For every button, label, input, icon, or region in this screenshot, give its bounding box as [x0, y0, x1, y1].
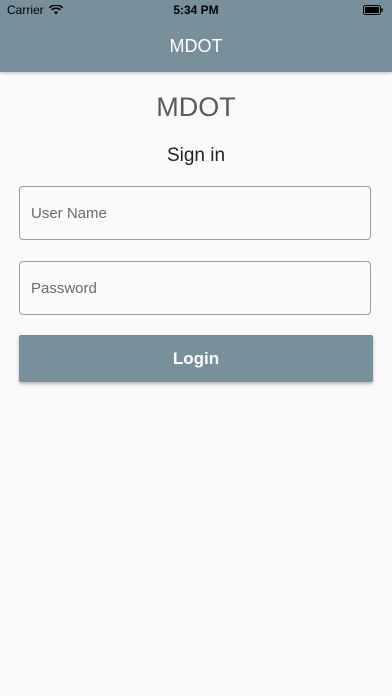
login-button[interactable]: Login [19, 335, 373, 382]
login-button-label: Login [172, 348, 220, 368]
status-time: 5:34 PM [173, 3, 219, 17]
battery-icon [363, 5, 383, 15]
app-bar: Carrier 5:34 PM MDOT [0, 0, 392, 72]
status-bar: Carrier 5:34 PM [0, 0, 392, 20]
sign-in-heading: Sign in [166, 145, 226, 166]
username-field[interactable] [19, 186, 371, 240]
password-input[interactable] [20, 262, 370, 314]
username-input[interactable] [20, 187, 370, 239]
app-bar-title: MDOT [169, 36, 223, 56]
brand-title: MDOT [156, 92, 236, 122]
password-field[interactable] [19, 261, 371, 315]
